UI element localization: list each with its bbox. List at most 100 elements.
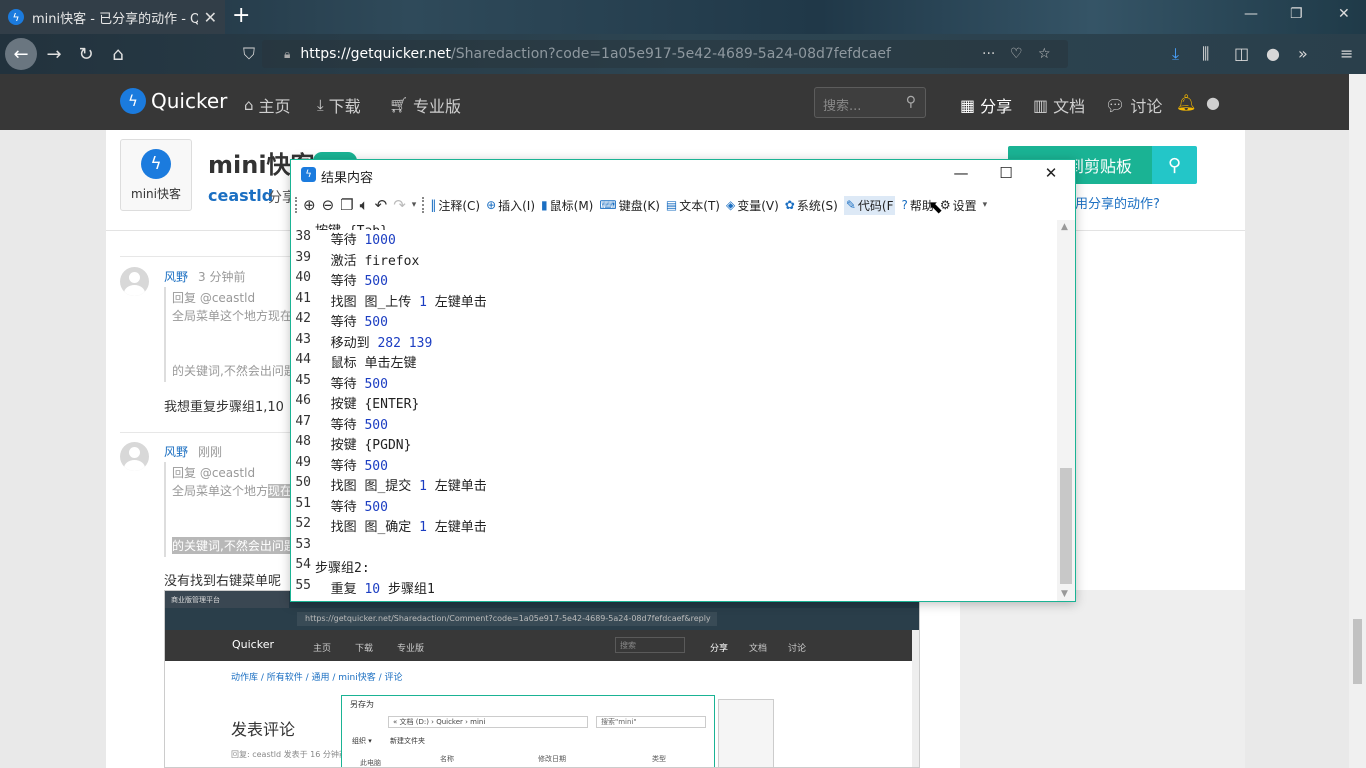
code-line[interactable]: 39 激活 firefox	[291, 250, 1057, 270]
code-editor[interactable]: 38 等待 1000 39 激活 firefox 40 等待 500 41 找图 图_…	[291, 228, 1057, 601]
howto-link[interactable]: 用分享的动作?	[1075, 193, 1160, 212]
bookmark-star-icon[interactable]: ☆	[1038, 46, 1051, 62]
redo-icon[interactable]: ↷	[393, 196, 406, 214]
bell-icon[interactable]: 🔔︎	[1176, 93, 1196, 112]
mouse-menu-label: 鼠标(M)	[549, 198, 594, 213]
code-line[interactable]: 47 等待 500	[291, 414, 1057, 434]
code-token: 移动到	[315, 335, 378, 351]
text-menu[interactable]: ▤ 文本(T)	[666, 197, 720, 214]
reload-button[interactable]: ↻	[70, 38, 102, 70]
system-menu[interactable]: ✿ 系统(S)	[785, 197, 838, 214]
page-scrollbar-thumb[interactable]	[1353, 619, 1362, 684]
library-icon[interactable]: ⫼	[1202, 44, 1209, 64]
url-path: /Sharedaction?code=1a05e917-5e42-4689-5a…	[451, 46, 891, 62]
tab-close-icon[interactable]: ✕	[204, 8, 217, 27]
code-token: 鼠标 单击左键	[315, 356, 417, 371]
toolbar-overflow-icon[interactable]: ▾	[983, 200, 988, 210]
browser-tab[interactable]: ϟ mini快客 - 已分享的动作 - Qu ✕	[0, 0, 225, 34]
comment-user[interactable]: 风野	[164, 268, 188, 285]
nav-download[interactable]: ⤓ 下载	[317, 93, 361, 117]
code-line[interactable]: 48 按键 {PGDN}	[291, 434, 1057, 454]
result-window-titlebar[interactable]: ϟ 结果内容 — ☐ ✕	[291, 160, 1075, 190]
zoom-in-icon[interactable]: ⊕	[303, 196, 316, 214]
result-scrollbar[interactable]: ▲ ▼	[1057, 220, 1075, 601]
nav-docs[interactable]: ▥ 文档	[1033, 93, 1085, 117]
speak-icon[interactable]: 🔈︎	[360, 196, 369, 214]
pocket-icon[interactable]: ♡	[1010, 46, 1023, 62]
sidebar-icon[interactable]: ◫	[1234, 44, 1249, 63]
site-search-input[interactable]: 搜索... ⚲	[814, 87, 926, 118]
code-line[interactable]: 55 重复 10 步骤组1	[291, 578, 1057, 598]
maximize-icon[interactable]: ☐	[991, 164, 1021, 182]
tracking-shield-icon[interactable]: ⛉	[243, 44, 255, 64]
code-line[interactable]: 42 等待 500	[291, 311, 1057, 331]
code-number: 500	[364, 315, 388, 330]
shot-nav-discuss: 讨论	[788, 644, 807, 654]
code-number: 10	[364, 581, 381, 597]
page-scrollbar[interactable]	[1349, 74, 1366, 768]
restore-window-icon[interactable]: ❐	[1290, 6, 1303, 22]
code-line[interactable]: 41 找图 图_上传 1 左键单击	[291, 291, 1057, 311]
settings-menu[interactable]: ⚙ 设置	[940, 197, 977, 214]
scroll-up-icon[interactable]: ▲	[1061, 222, 1068, 232]
comment-body: 我想重复步骤组1,10	[164, 400, 284, 415]
code-text: 等待 500	[315, 496, 388, 515]
close-icon[interactable]: ✕	[1036, 164, 1066, 182]
nav-discuss[interactable]: 💬︎ 讨论	[1105, 93, 1162, 117]
overflow-chevron-icon[interactable]: »	[1298, 44, 1308, 63]
code-line[interactable]: 54 步骤组2:	[291, 557, 1057, 577]
result-scrollbar-thumb[interactable]	[1060, 468, 1072, 584]
home-button[interactable]: ⌂	[102, 38, 134, 70]
code-line[interactable]: 38 等待 1000	[291, 229, 1057, 249]
url-bar[interactable]: 🔒︎ https://getquicker.net/Sharedaction?c…	[262, 40, 1068, 68]
hamburger-menu-icon[interactable]: ≡	[1340, 44, 1353, 63]
code-line[interactable]: 49 等待 500	[291, 455, 1057, 475]
scroll-down-icon[interactable]: ▼	[1061, 589, 1068, 599]
new-tab-button[interactable]: +	[232, 4, 250, 28]
copy-icon[interactable]: ❐	[340, 196, 353, 214]
downloads-icon[interactable]: ⤓	[1172, 44, 1179, 64]
code-line[interactable]: 43 移动到 282 139	[291, 332, 1057, 352]
nav-pro[interactable]: 🛒︎ 专业版	[389, 93, 461, 117]
code-line[interactable]: 50 找图 图_提交 1 左键单击	[291, 475, 1057, 495]
minimize-icon[interactable]: —	[946, 164, 976, 182]
toolbar-dropdown-icon[interactable]: ▾	[412, 200, 417, 210]
zoom-out-icon[interactable]: ⊖	[322, 196, 335, 214]
line-number: 49	[295, 454, 311, 470]
comment-user[interactable]: 风野	[164, 443, 188, 460]
insert-menu[interactable]: ⊕ 插入(I)	[486, 197, 535, 214]
quicker-bolt-icon: ϟ	[141, 148, 171, 179]
page-actions-menu-icon[interactable]: ···	[982, 46, 995, 62]
minimize-window-icon[interactable]: —	[1244, 6, 1258, 22]
mouse-cursor-icon: ⬉	[928, 197, 944, 218]
forward-button[interactable]: →	[38, 38, 70, 70]
code-menu[interactable]: ✎ 代码(F	[843, 195, 896, 215]
nav-home[interactable]: ⌂ 主页	[244, 93, 291, 117]
quicker-logo-icon: ϟ	[120, 88, 146, 114]
code-line[interactable]: 44 鼠标 单击左键	[291, 352, 1057, 372]
mouse-menu[interactable]: ▮ 鼠标(M)	[541, 197, 593, 214]
code-line[interactable]: 46 按键 {ENTER}	[291, 393, 1057, 413]
back-button[interactable]: ←	[5, 38, 37, 70]
code-line[interactable]: 52 找图 图_确定 1 左键单击	[291, 516, 1057, 536]
close-window-icon[interactable]: ✕	[1338, 6, 1350, 22]
nav-share[interactable]: ▦ 分享	[960, 93, 1012, 117]
quote-reply-to: 回复 @ceastld	[172, 291, 256, 305]
comment-menu-label: 注释(C)	[438, 198, 481, 213]
code-line[interactable]: 51 等待 500	[291, 496, 1057, 516]
code-line[interactable]: 40 等待 500	[291, 270, 1057, 290]
keyboard-menu[interactable]: ⌨ 键盘(K)	[599, 197, 660, 214]
preview-button[interactable]: ⚲	[1152, 146, 1197, 184]
code-line[interactable]: 53	[291, 537, 1057, 557]
search-icon[interactable]: ⚲	[906, 94, 916, 110]
code-line[interactable]: 45 等待 500	[291, 373, 1057, 393]
nav-download-label: 下载	[328, 97, 361, 116]
action-author[interactable]: ceastld	[208, 186, 273, 205]
variable-menu[interactable]: ◈ 变量(V)	[726, 197, 779, 214]
site-logo[interactable]: ϟ Quicker	[120, 88, 227, 114]
account-avatar-icon[interactable]: ●	[1266, 44, 1280, 63]
nav-discuss-label: 讨论	[1130, 97, 1163, 116]
user-icon[interactable]: ●	[1206, 93, 1220, 112]
undo-icon[interactable]: ↶	[375, 196, 388, 214]
comment-menu[interactable]: ‖ 注释(C)	[430, 197, 480, 214]
